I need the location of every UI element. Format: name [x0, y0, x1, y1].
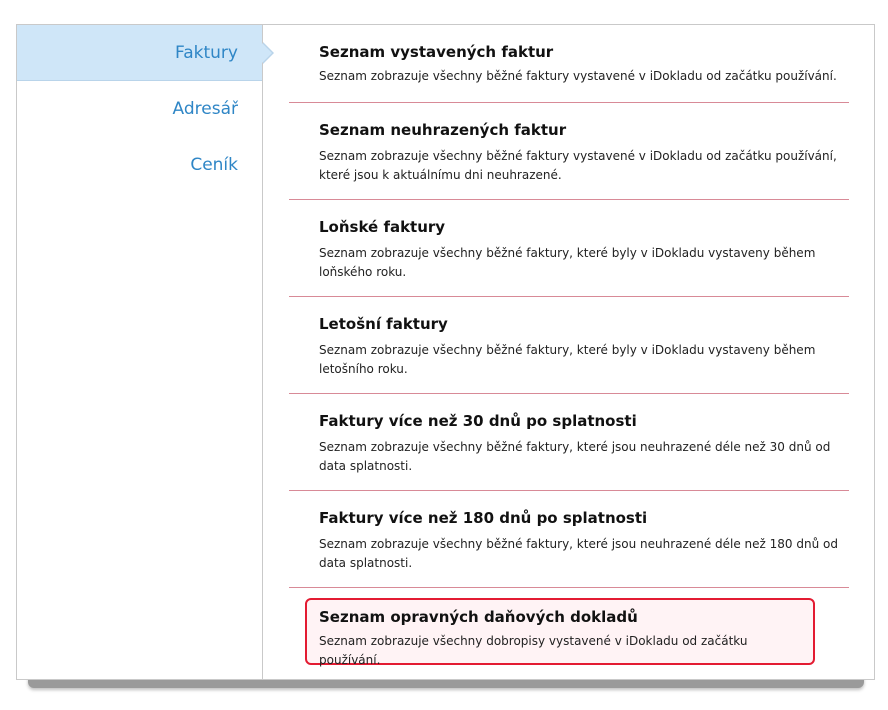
report-title: Seznam neuhrazených faktur	[319, 121, 567, 139]
report-title: Faktury více než 30 dnů po splatnosti	[319, 412, 637, 430]
report-description: Seznam zobrazuje všechny běžné faktury, …	[319, 246, 816, 279]
reports-panel: Faktury Adresář Ceník Seznam vystavených…	[16, 24, 875, 680]
sidebar-item-adresar[interactable]: Adresář	[17, 81, 262, 137]
report-description: Seznam zobrazuje všechny dobropisy vysta…	[319, 634, 748, 667]
report-description: Seznam zobrazuje všechny běžné faktury, …	[319, 537, 838, 570]
report-title: Seznam vystavených faktur	[319, 43, 554, 61]
report-item-180-dnu[interactable]: Faktury více než 180 dnů po splatnosti S…	[289, 491, 849, 588]
report-list: Seznam vystavených faktur Seznam zobrazu…	[289, 25, 849, 667]
report-description: Seznam zobrazuje všechny běžné faktury v…	[319, 69, 837, 83]
sidebar-item-cenik[interactable]: Ceník	[17, 137, 262, 193]
report-description: Seznam zobrazuje všechny běžné faktury v…	[319, 149, 837, 182]
sidebar: Faktury Adresář Ceník	[17, 25, 274, 679]
report-description: Seznam zobrazuje všechny běžné faktury, …	[319, 440, 831, 473]
report-item-30-dnu[interactable]: Faktury více než 30 dnů po splatnosti Se…	[289, 394, 849, 491]
report-item-lonske[interactable]: Loňské faktury Seznam zobrazuje všechny …	[289, 200, 849, 297]
report-title: Letošní faktury	[319, 315, 448, 333]
report-item-letosni[interactable]: Letošní faktury Seznam zobrazuje všechny…	[289, 297, 849, 394]
sidebar-item-label: Faktury	[175, 43, 238, 63]
report-item-opravne-doklady[interactable]: Seznam opravných daňových dokladů Seznam…	[305, 598, 815, 667]
report-title: Loňské faktury	[319, 218, 446, 236]
report-title: Faktury více než 180 dnů po splatnosti	[319, 509, 648, 527]
sidebar-item-label: Ceník	[190, 155, 238, 175]
sidebar-item-faktury[interactable]: Faktury	[17, 25, 274, 81]
report-description: Seznam zobrazuje všechny běžné faktury, …	[319, 343, 816, 376]
report-item-neuhrazene[interactable]: Seznam neuhrazených faktur Seznam zobraz…	[289, 103, 849, 200]
report-item-vystavene[interactable]: Seznam vystavených faktur Seznam zobrazu…	[289, 25, 849, 103]
sidebar-item-label: Adresář	[172, 99, 238, 119]
report-title: Seznam opravných daňových dokladů	[319, 608, 638, 626]
